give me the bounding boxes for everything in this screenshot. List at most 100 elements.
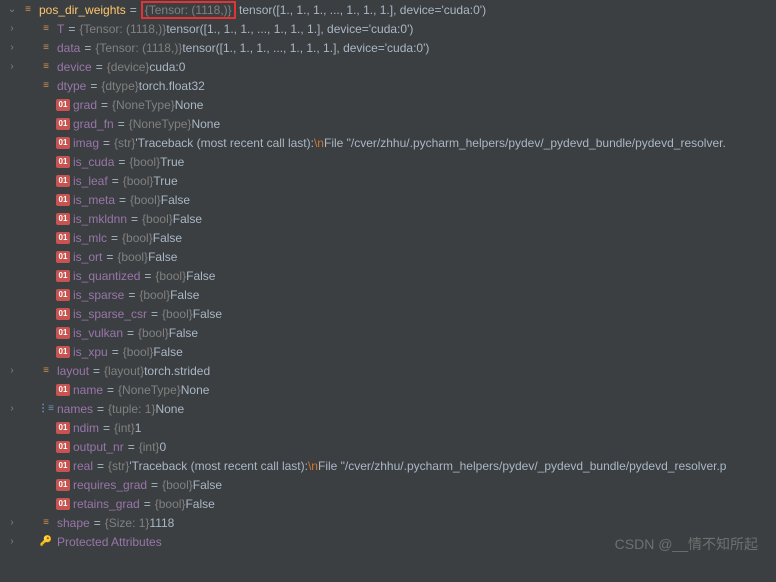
tree-row[interactable]: 01is_quantized={bool} False xyxy=(0,266,776,285)
var-value: tensor([1., 1., 1., ..., 1., 1., 1.], de… xyxy=(166,22,413,36)
var-type: {bool} xyxy=(123,174,154,188)
tree-row[interactable]: 01is_leaf={bool} True xyxy=(0,171,776,190)
tree-row[interactable]: 01imag={str} 'Traceback (most recent cal… xyxy=(0,133,776,152)
var-value: 1 xyxy=(135,421,142,435)
var-value: None xyxy=(175,98,204,112)
tree-row[interactable]: 01is_sparse_csr={bool} False xyxy=(0,304,776,323)
var-type: {bool} xyxy=(155,497,186,511)
expand-toggle[interactable]: › xyxy=(4,61,20,72)
tree-row[interactable]: 01is_xpu={bool} False xyxy=(0,342,776,361)
tree-row[interactable]: ›≡data={Tensor: (1118,)} tensor([1., 1.,… xyxy=(0,38,776,57)
var-value: True xyxy=(160,155,184,169)
tree-row[interactable]: 01is_vulkan={bool} False xyxy=(0,323,776,342)
property-icon: 01 xyxy=(56,194,70,206)
expand-toggle[interactable]: › xyxy=(4,365,20,376)
var-type: {bool} xyxy=(122,231,153,245)
var-name: is_mkldnn xyxy=(73,212,127,226)
var-name: ndim xyxy=(73,421,99,435)
tree-row[interactable]: 01is_mkldnn={bool} False xyxy=(0,209,776,228)
tree-row[interactable]: 01is_meta={bool} False xyxy=(0,190,776,209)
var-value: False xyxy=(161,193,190,207)
var-value: None xyxy=(155,402,184,416)
var-value: False xyxy=(169,326,198,340)
field-icon: ≡ xyxy=(38,515,54,531)
tree-row[interactable]: 01is_mlc={bool} False xyxy=(0,228,776,247)
var-type: {bool} xyxy=(138,326,169,340)
tree-row[interactable]: 01grad={NoneType} None xyxy=(0,95,776,114)
property-icon: 01 xyxy=(56,270,70,282)
var-name: grad_fn xyxy=(73,117,114,131)
tree-row[interactable]: ›≡device={device} cuda:0 xyxy=(0,57,776,76)
expand-toggle[interactable]: › xyxy=(4,536,20,547)
var-name: data xyxy=(57,41,80,55)
var-name: is_mlc xyxy=(73,231,107,245)
var-type: {bool} xyxy=(130,193,161,207)
expand-toggle[interactable]: ⌄ xyxy=(4,4,20,15)
var-name: device xyxy=(57,60,92,74)
property-icon: 01 xyxy=(56,479,70,491)
key-icon: 🔑 xyxy=(38,534,54,550)
var-name: is_xpu xyxy=(73,345,108,359)
var-value: False xyxy=(148,250,177,264)
var-value: False xyxy=(193,307,222,321)
property-icon: 01 xyxy=(56,327,70,339)
var-type: {bool} xyxy=(123,345,154,359)
property-icon: 01 xyxy=(56,251,70,263)
property-icon: 01 xyxy=(56,308,70,320)
var-name: is_quantized xyxy=(73,269,140,283)
var-name: output_nr xyxy=(73,440,124,454)
field-icon: ≡ xyxy=(20,2,36,18)
tree-row[interactable]: 01ndim={int} 1 xyxy=(0,418,776,437)
tree-row-root[interactable]: ⌄ ≡ pos_dir_weights = {Tensor: (1118,)} … xyxy=(0,0,776,19)
var-type: {int} xyxy=(114,421,135,435)
tree-row[interactable]: ›≡shape={Size: 1} 1118 xyxy=(0,513,776,532)
var-name: layout xyxy=(57,364,89,378)
property-icon: 01 xyxy=(56,441,70,453)
tree-row[interactable]: ›🔑Protected Attributes xyxy=(0,532,776,551)
tree-row[interactable]: ≡dtype={dtype} torch.float32 xyxy=(0,76,776,95)
tree-row[interactable]: ›≡T={Tensor: (1118,)} tensor([1., 1., 1.… xyxy=(0,19,776,38)
var-value: False xyxy=(153,231,182,245)
tuple-icon: ⋮≡ xyxy=(38,401,54,417)
tree-row[interactable]: 01real={str} 'Traceback (most recent cal… xyxy=(0,456,776,475)
var-value: False xyxy=(173,212,202,226)
var-type: {bool} xyxy=(139,288,170,302)
tree-row[interactable]: 01is_sparse={bool} False xyxy=(0,285,776,304)
property-icon: 01 xyxy=(56,99,70,111)
var-value: tensor([1., 1., 1., ..., 1., 1., 1.], de… xyxy=(182,41,429,55)
var-type: {device} xyxy=(107,60,150,74)
expand-toggle[interactable]: › xyxy=(4,23,20,34)
property-icon: 01 xyxy=(56,384,70,396)
var-type: {tuple: 1} xyxy=(108,402,155,416)
tree-row[interactable]: 01is_ort={bool} False xyxy=(0,247,776,266)
var-value: True xyxy=(153,174,177,188)
field-icon: ≡ xyxy=(38,78,54,94)
tree-row[interactable]: 01retains_grad={bool} False xyxy=(0,494,776,513)
tree-row[interactable]: 01name={NoneType} None xyxy=(0,380,776,399)
var-value: False xyxy=(170,288,199,302)
var-type: {NoneType} xyxy=(112,98,175,112)
property-icon: 01 xyxy=(56,422,70,434)
var-name: retains_grad xyxy=(73,497,140,511)
var-type: {str} xyxy=(108,459,129,473)
tree-row[interactable]: 01is_cuda={bool} True xyxy=(0,152,776,171)
var-value: None xyxy=(191,117,220,131)
tree-row[interactable]: 01requires_grad={bool} False xyxy=(0,475,776,494)
var-name: pos_dir_weights xyxy=(39,3,126,17)
property-icon: 01 xyxy=(56,156,70,168)
tree-row[interactable]: ›≡layout={layout} torch.strided xyxy=(0,361,776,380)
expand-toggle[interactable]: › xyxy=(4,403,20,414)
var-value: cuda:0 xyxy=(149,60,185,74)
var-type: {layout} xyxy=(104,364,144,378)
expand-toggle[interactable]: › xyxy=(4,517,20,528)
var-name: grad xyxy=(73,98,97,112)
property-icon: 01 xyxy=(56,118,70,130)
tree-row[interactable]: 01grad_fn={NoneType} None xyxy=(0,114,776,133)
field-icon: ≡ xyxy=(38,40,54,56)
expand-toggle[interactable]: › xyxy=(4,42,20,53)
var-type: {bool} xyxy=(162,478,193,492)
var-name: real xyxy=(73,459,93,473)
tree-row[interactable]: ›⋮≡names={tuple: 1} None xyxy=(0,399,776,418)
var-type: {Size: 1} xyxy=(105,516,150,530)
tree-row[interactable]: 01output_nr={int} 0 xyxy=(0,437,776,456)
